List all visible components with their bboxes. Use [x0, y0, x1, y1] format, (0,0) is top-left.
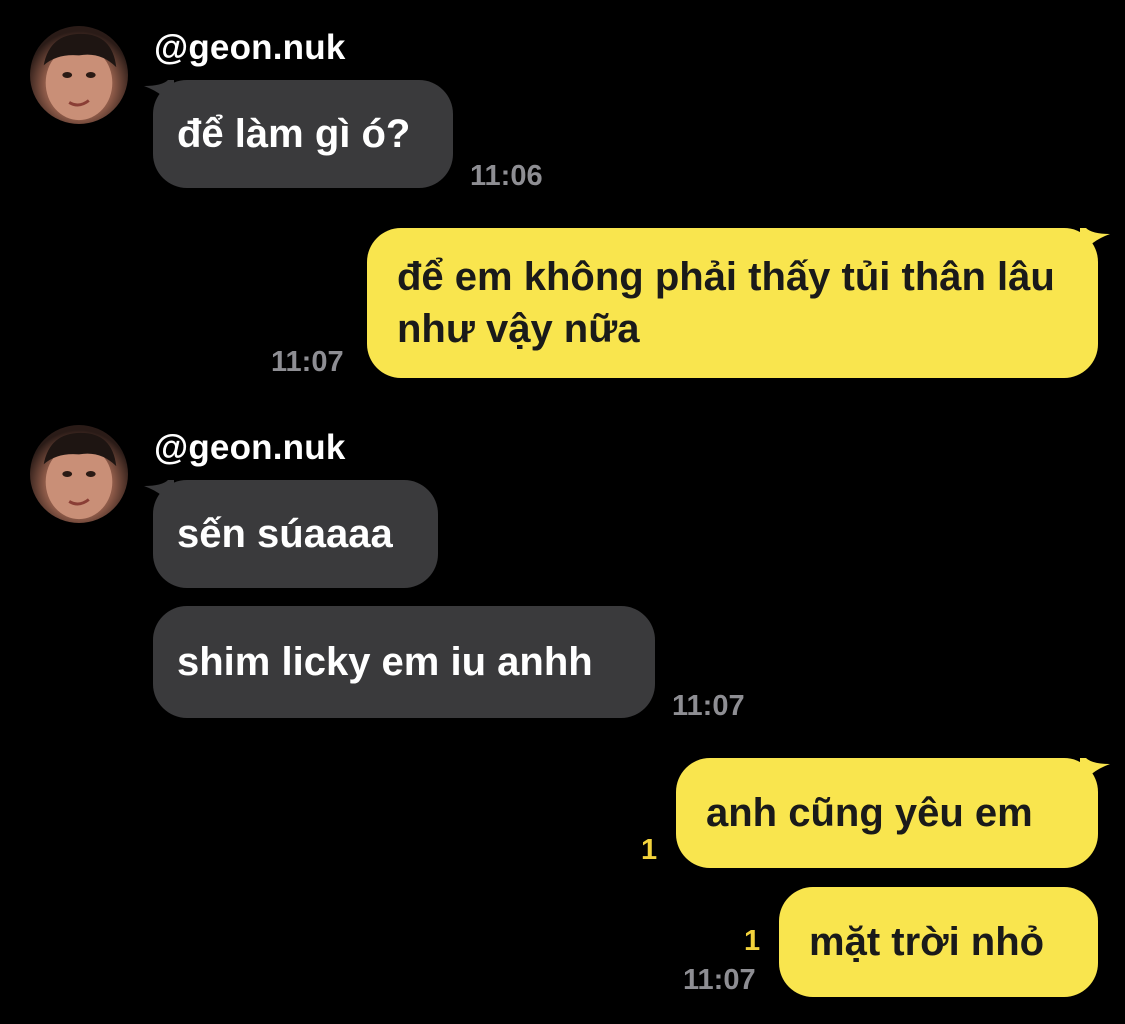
message-timestamp: 11:07 [683, 964, 756, 996]
sender-username[interactable]: @geon.nuk [154, 28, 345, 68]
outgoing-message-bubble[interactable]: mặt trời nhỏ [779, 887, 1098, 997]
sender-username[interactable]: @geon.nuk [154, 428, 345, 468]
message-timestamp: 11:07 [672, 690, 745, 722]
avatar-photo-icon [43, 33, 117, 121]
outgoing-message-bubble[interactable]: để em không phải thấy tủi thân lâu như v… [367, 228, 1098, 378]
unread-count: 1 [744, 925, 761, 957]
message-timestamp: 11:06 [470, 160, 543, 192]
avatar-photo-icon [43, 432, 117, 520]
unread-count: 1 [641, 834, 658, 866]
message-text: mặt trời nhỏ [809, 920, 1045, 964]
message-text: để em không phải thấy tủi thân lâu như v… [397, 255, 1055, 351]
incoming-message-bubble[interactable]: sến súaaaa [153, 480, 438, 588]
message-text: để làm gì ó? [177, 112, 411, 156]
sender-avatar[interactable] [30, 425, 128, 523]
bubble-tail-icon [144, 480, 174, 510]
bubble-tail-icon [144, 80, 174, 110]
message-timestamp: 11:07 [271, 346, 344, 378]
sender-avatar[interactable] [30, 26, 128, 124]
message-text: anh cũng yêu em [706, 791, 1033, 835]
outgoing-message-bubble[interactable]: anh cũng yêu em [676, 758, 1098, 868]
incoming-message-bubble[interactable]: để làm gì ó? [153, 80, 453, 188]
bubble-tail-icon [1080, 228, 1110, 258]
incoming-message-bubble[interactable]: shim licky em iu anhh [153, 606, 655, 718]
message-text: sến súaaaa [177, 512, 393, 556]
bubble-tail-icon [1080, 758, 1110, 788]
message-text: shim licky em iu anhh [177, 640, 593, 684]
